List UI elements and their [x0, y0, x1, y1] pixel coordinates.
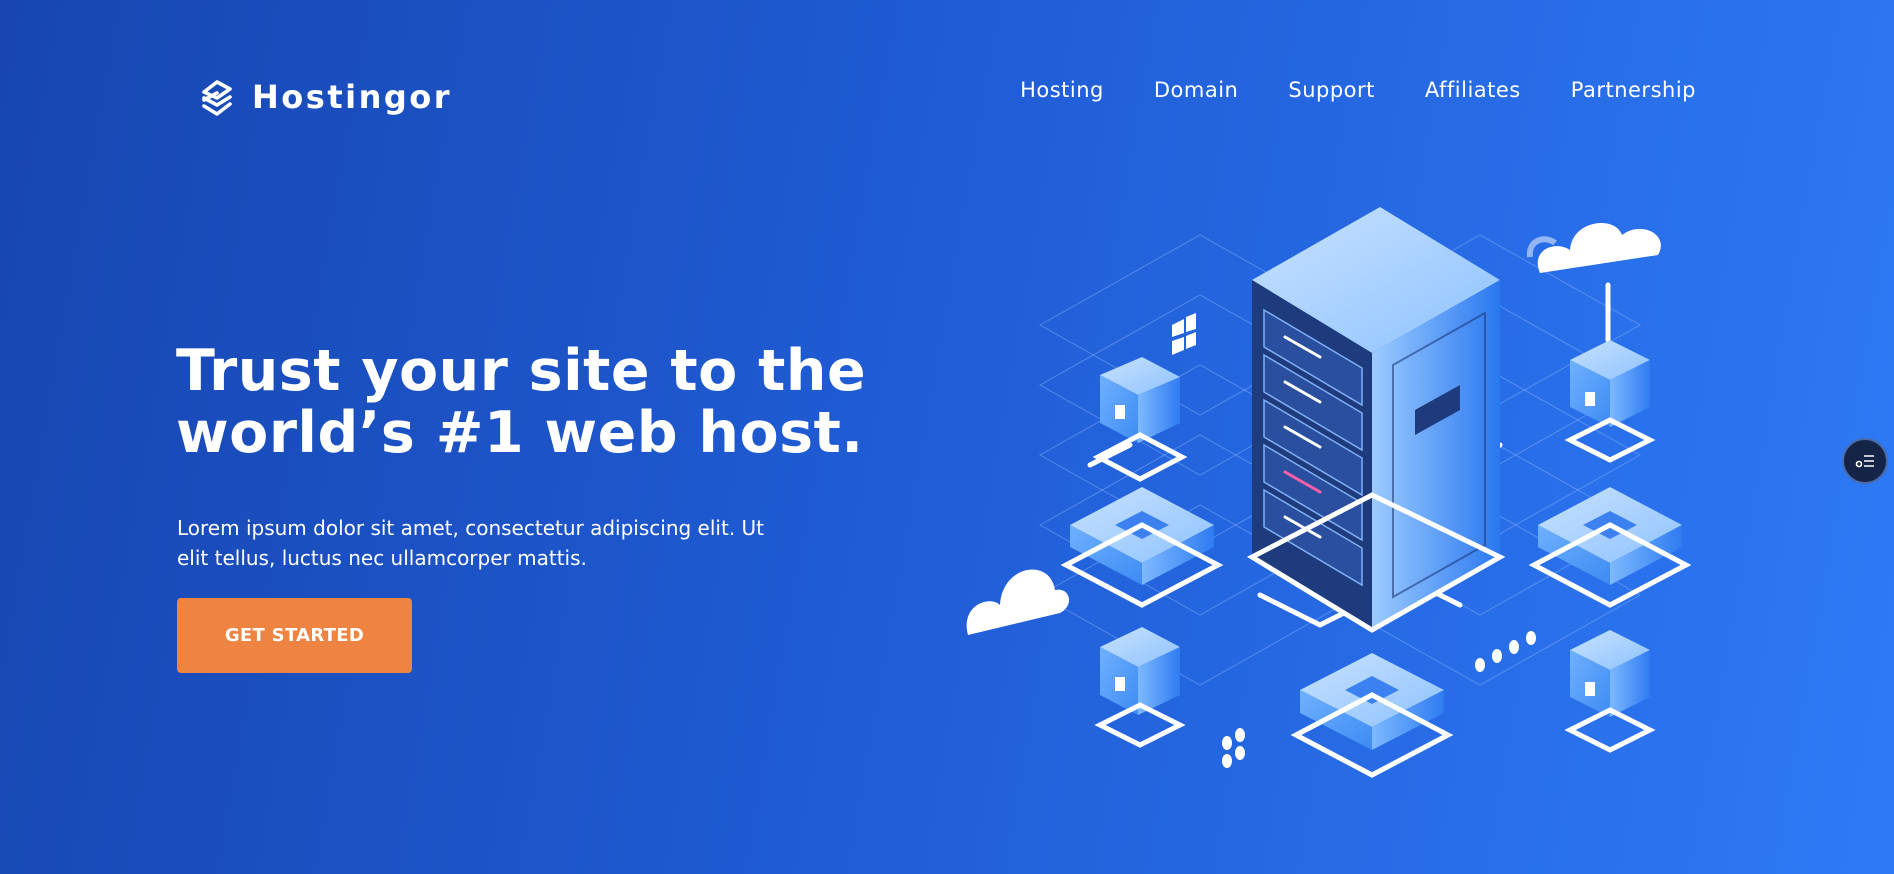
- cube-bottom-right: [1564, 630, 1656, 753]
- hero-title-line-1: Trust your site to the: [176, 338, 867, 404]
- hero-description: Lorem ipsum dolor sit amet, consectetur …: [177, 513, 817, 573]
- cube-top-right: [1564, 340, 1656, 463]
- main-nav: Hosting Domain Support Affiliates Partne…: [1020, 78, 1696, 102]
- server-network-illustration: [966, 207, 1692, 778]
- cloud-left: [966, 569, 1070, 635]
- router-left: [1060, 487, 1224, 608]
- nav-hosting[interactable]: Hosting: [1020, 78, 1104, 102]
- brand-logo[interactable]: Hostingor: [198, 76, 452, 118]
- side-menu-toggle[interactable]: [1842, 438, 1888, 484]
- nav-affiliates[interactable]: Affiliates: [1425, 78, 1521, 102]
- hostingor-logo-icon: [202, 80, 232, 116]
- brand-name: Hostingor: [252, 78, 453, 116]
- server-tower: [1246, 207, 1506, 633]
- nav-partnership[interactable]: Partnership: [1571, 78, 1696, 102]
- hero-description-line-1: Lorem ipsum dolor sit amet, consectetur …: [177, 516, 765, 540]
- router-bottom: [1290, 653, 1454, 778]
- cube-top-left: [1092, 357, 1188, 482]
- windows-glyph: [1172, 313, 1196, 355]
- cube-bottom-left: [1094, 627, 1186, 748]
- hero-description-line-2: elit tellus, luctus nec ullamcorper matt…: [177, 546, 587, 570]
- hero-title: Trust your site to the world’s #1 web ho…: [176, 340, 896, 464]
- hero-title-line-2: world’s #1 web host.: [176, 400, 864, 466]
- router-right: [1528, 487, 1692, 608]
- nav-domain[interactable]: Domain: [1154, 78, 1239, 102]
- cloud-top-right: [1537, 223, 1661, 273]
- settings-menu-icon: [1855, 455, 1874, 468]
- nav-support[interactable]: Support: [1288, 78, 1375, 102]
- get-started-button[interactable]: GET STARTED: [177, 598, 412, 673]
